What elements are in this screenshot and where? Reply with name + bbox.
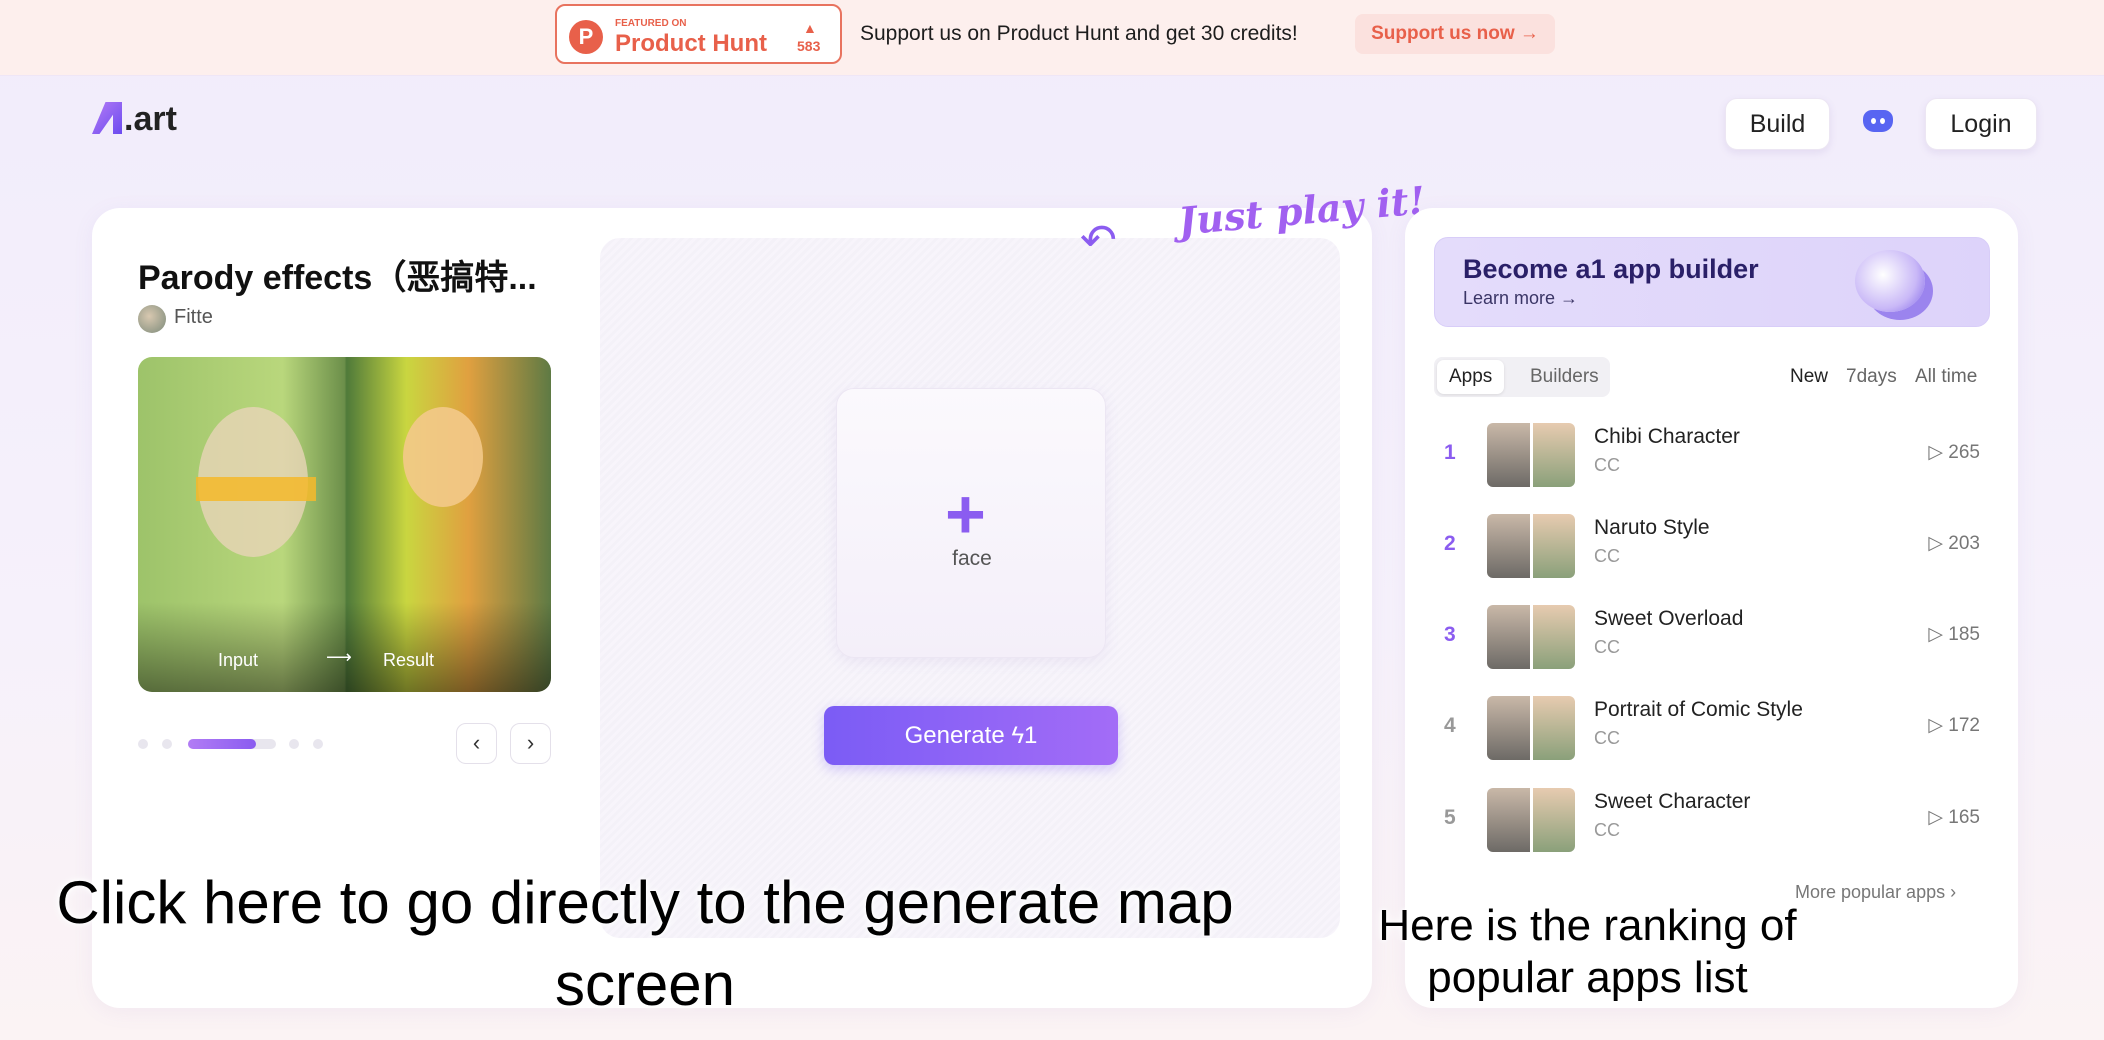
app-ranking-row[interactable]: 5 Sweet Character CC ▷ 165	[1434, 780, 1990, 860]
app-author: CC	[1594, 455, 1620, 475]
become-builder-banner[interactable]: Become a1 app builder Learn more →	[1434, 237, 1990, 327]
app-thumbnail	[1487, 605, 1575, 669]
arrow-icon: ⟶	[326, 647, 352, 667]
play-count: ▷ 185	[1928, 623, 1980, 646]
play-count: ▷ 203	[1928, 532, 1980, 555]
app-ranking-row[interactable]: 4 Portrait of Comic Style CC ▷ 172	[1434, 688, 1990, 768]
app-thumbnail	[1487, 514, 1575, 578]
login-button[interactable]: Login	[1925, 98, 2037, 150]
filter-7days[interactable]: 7days	[1846, 366, 1897, 388]
annotation-ranking: Here is the ranking of popular apps list	[1378, 901, 1797, 1002]
app-name: Portrait of Comic Style	[1594, 698, 1803, 721]
rank-number: 1	[1444, 441, 1456, 464]
carousel-next-button[interactable]: ›	[510, 723, 551, 764]
result-label: Result	[383, 650, 435, 670]
carousel-prev-button[interactable]: ‹	[456, 723, 497, 764]
app-title: Parody effects（恶搞特...	[138, 259, 537, 297]
play-count: ▷ 172	[1928, 714, 1980, 737]
product-hunt-icon: P	[569, 20, 603, 54]
learn-more-link[interactable]: Learn more →	[1463, 288, 1578, 309]
rank-number: 2	[1444, 532, 1456, 555]
app-thumbnail	[1487, 788, 1575, 852]
play-count-value: 203	[1948, 533, 1980, 554]
author-avatar[interactable]	[138, 305, 166, 333]
promo-banner: P FEATURED ON Product Hunt ▲ 583 Support…	[0, 0, 2104, 76]
play-icon: ▷	[1928, 533, 1949, 554]
play-icon: ▷	[1928, 624, 1949, 645]
tab-apps[interactable]: Apps	[1437, 360, 1505, 394]
example-preview-image: Input ⟶ Result	[138, 357, 551, 692]
app-author: CC	[1594, 728, 1620, 748]
app-ranking-row[interactable]: 3 Sweet Overload CC ▷ 185	[1434, 597, 1990, 677]
app-author: CC	[1594, 637, 1620, 657]
ph-name: Product Hunt	[615, 30, 767, 57]
carousel-dot[interactable]	[289, 739, 299, 749]
app-author: CC	[1594, 820, 1620, 840]
play-icon: ▷	[1928, 442, 1949, 463]
upvote-icon: ▲	[803, 20, 817, 36]
play-count: ▷ 265	[1928, 441, 1980, 464]
upload-label: face	[952, 547, 992, 570]
input-label: Input	[218, 650, 259, 670]
play-count: ▷ 165	[1928, 806, 1980, 829]
carousel-dot[interactable]	[313, 739, 323, 749]
more-popular-apps-link[interactable]: More popular apps ›	[1795, 882, 1956, 903]
carousel-dot[interactable]	[138, 739, 148, 749]
generate-button[interactable]: Generate ϟ1	[824, 706, 1118, 765]
ph-featured-text: FEATURED ON	[615, 18, 687, 29]
coin-icon	[1855, 250, 1925, 312]
play-count-value: 265	[1948, 442, 1980, 463]
app-thumbnail	[1487, 423, 1575, 487]
logo-mark-icon	[92, 102, 122, 134]
tab-builders[interactable]: Builders	[1518, 360, 1611, 394]
build-button[interactable]: Build	[1725, 98, 1830, 150]
product-hunt-badge[interactable]: P FEATURED ON Product Hunt ▲ 583	[555, 4, 842, 64]
play-count-value: 172	[1948, 715, 1980, 736]
discord-icon[interactable]	[1863, 110, 1893, 132]
app-ranking-row[interactable]: 2 Naruto Style CC ▷ 203	[1434, 506, 1990, 586]
builder-banner-title: Become a1 app builder	[1463, 254, 1759, 284]
logo-text: .art	[124, 100, 177, 138]
play-icon: ▷	[1928, 715, 1949, 736]
app-author: CC	[1594, 546, 1620, 566]
face-upload-box[interactable]: + face	[836, 388, 1106, 658]
filter-all-time[interactable]: All time	[1915, 366, 1977, 388]
play-count-value: 185	[1948, 624, 1980, 645]
ph-votes: 583	[797, 38, 821, 54]
curved-arrow-icon: ↶	[1080, 216, 1117, 265]
logo[interactable]: .art	[92, 100, 177, 139]
support-us-button[interactable]: Support us now →	[1355, 14, 1555, 54]
play-icon: ▷	[1928, 807, 1949, 828]
app-thumbnail	[1487, 696, 1575, 760]
rank-number: 4	[1444, 714, 1456, 737]
annotation-generate: Click here to go directly to the generat…	[56, 869, 1234, 1018]
carousel-dot-active[interactable]	[188, 739, 276, 749]
app-ranking-row[interactable]: 1 Chibi Character CC ▷ 265	[1434, 415, 1990, 495]
plus-icon: +	[945, 475, 986, 553]
promo-message: Support us on Product Hunt and get 30 cr…	[860, 22, 1298, 45]
face-paint	[196, 477, 316, 501]
app-name: Naruto Style	[1594, 516, 1710, 539]
app-name: Sweet Character	[1594, 790, 1751, 813]
ranking-tabs: Apps Builders	[1434, 357, 1610, 397]
result-face-image	[403, 407, 483, 507]
carousel-dot[interactable]	[162, 739, 172, 749]
app-name: Chibi Character	[1594, 425, 1740, 448]
app-name: Sweet Overload	[1594, 607, 1744, 630]
rank-number: 5	[1444, 806, 1456, 829]
rank-number: 3	[1444, 623, 1456, 646]
author-name[interactable]: Fitte	[174, 306, 213, 329]
play-count-value: 165	[1948, 807, 1980, 828]
filter-new[interactable]: New	[1790, 366, 1828, 388]
